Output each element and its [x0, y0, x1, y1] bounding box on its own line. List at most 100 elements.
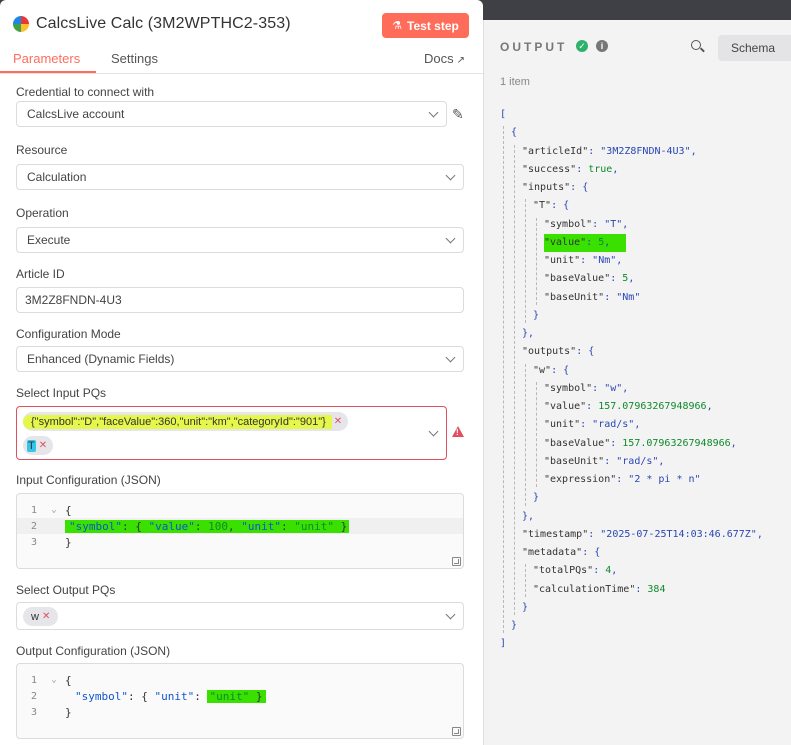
test-step-button[interactable]: ⚗ Test step: [382, 13, 469, 38]
json-line: "unit": "Nm",: [544, 255, 623, 266]
json-line: "baseUnit": "rad/s",: [544, 455, 665, 467]
line-number: 1: [30, 674, 37, 686]
node-title[interactable]: CalcsLive Calc (3M2WPTHC2-353): [36, 15, 291, 33]
code-text: {: [65, 673, 72, 687]
warning-icon: !: [452, 426, 464, 437]
fold-chevron-icon[interactable]: ⌄: [43, 675, 65, 685]
json-line: "unit": "rad/s",: [544, 419, 641, 431]
node-tabs: Parameters Settings Docs ↗: [0, 48, 483, 74]
input-pq-chip-label: T: [27, 439, 36, 452]
chevron-down-icon: [445, 352, 456, 363]
json-line: "metadata": {: [522, 547, 601, 558]
resize-handle-icon[interactable]: [452, 557, 461, 566]
resource-label: Resource: [16, 143, 68, 157]
resize-handle-icon[interactable]: [452, 727, 461, 736]
indent-guide: [525, 564, 526, 597]
article-id-label: Article ID: [16, 267, 65, 281]
input-pq-chip[interactable]: {"symbol":"D","faceValue":360,"unit":"km…: [23, 412, 349, 431]
output-config-editor[interactable]: 1 ⌄ { 2 "symbol": { "unit": "unit" } 3 }: [16, 663, 464, 739]
json-line: "outputs": {: [522, 346, 595, 358]
info-icon[interactable]: i: [596, 40, 608, 52]
code-line: 1 ⌄ {: [17, 672, 463, 688]
line-number: 1: [30, 504, 37, 516]
indent-guide: [536, 217, 537, 305]
code-line: 3 }: [17, 704, 463, 720]
resource-value: Calculation: [27, 170, 87, 184]
config-mode-label: Configuration Mode: [16, 327, 121, 341]
indent-guide: [525, 199, 526, 323]
credential-label: Credential to connect with: [16, 85, 155, 99]
tab-settings[interactable]: Settings: [111, 51, 158, 66]
resource-select[interactable]: Calculation: [16, 164, 464, 190]
remove-chip-icon[interactable]: ✕: [39, 440, 47, 451]
json-line: ]: [500, 638, 507, 650]
output-title: OUTPUT: [500, 40, 568, 54]
edit-pencil-icon[interactable]: ✎: [452, 106, 464, 123]
json-line: "baseUnit": "Nm": [544, 291, 641, 303]
test-step-label: Test step: [407, 18, 459, 33]
output-config-label: Output Configuration (JSON): [16, 644, 171, 658]
schema-view-button[interactable]: Schema: [718, 35, 791, 61]
json-line: "success": true,: [522, 163, 619, 175]
parameters-panel: CalcsLive Calc (3M2WPTHC2-353) ⚗ Test st…: [0, 0, 483, 745]
config-mode-value: Enhanced (Dynamic Fields): [27, 352, 175, 366]
json-line: "baseValue": 157.07963267948966,: [544, 437, 737, 449]
flask-icon: ⚗: [392, 20, 403, 32]
json-line: },: [522, 510, 535, 522]
chevron-down-icon: [445, 233, 456, 244]
output-pqs-multiselect[interactable]: w ✕: [16, 602, 464, 630]
code-line: 2 "symbol": { "unit": "unit" }: [17, 688, 463, 704]
input-config-label: Input Configuration (JSON): [16, 473, 161, 487]
input-pqs-label: Select Input PQs: [16, 386, 107, 400]
remove-chip-icon[interactable]: ✕: [334, 416, 342, 427]
credential-select[interactable]: CalcsLive account: [16, 101, 447, 127]
json-line: "T": {: [533, 200, 570, 212]
code-line: 2 "symbol": { "value": 100, "unit": "uni…: [17, 518, 463, 534]
operation-select[interactable]: Execute: [16, 227, 464, 253]
node-header: CalcsLive Calc (3M2WPTHC2-353) ⚗ Test st…: [0, 0, 483, 50]
code-text: }: [65, 535, 72, 549]
code-text: {: [65, 503, 72, 517]
json-line: "totalPQs": 4,: [533, 565, 618, 577]
config-mode-select[interactable]: Enhanced (Dynamic Fields): [16, 346, 464, 372]
indent-guide: [514, 144, 515, 615]
json-line: "timestamp": "2025-07-25T14:03:46.677Z",: [522, 528, 763, 540]
json-line: "value": 157.07963267948966,: [544, 401, 713, 412]
search-icon[interactable]: [691, 40, 701, 50]
line-number: 3: [30, 706, 37, 718]
output-pq-chip[interactable]: w ✕: [23, 607, 59, 626]
active-tab-underline: [0, 71, 96, 73]
credential-value: CalcsLive account: [27, 107, 125, 121]
chevron-down-icon: [445, 609, 456, 620]
operation-label: Operation: [16, 206, 69, 220]
article-id-value: 3M2Z8FNDN-4U3: [25, 293, 122, 307]
json-line: "articleId": "3M2Z8FNDN-4U3",: [522, 145, 697, 157]
json-line: "w": {: [533, 364, 570, 376]
calcslive-logo-icon: [13, 16, 29, 32]
json-line: [: [500, 109, 507, 120]
docs-link[interactable]: Docs ↗: [424, 51, 465, 66]
json-line: "symbol": "w",: [544, 382, 629, 394]
json-line: "calculationTime": 384: [533, 583, 666, 595]
fold-chevron-icon[interactable]: ⌄: [43, 505, 65, 515]
article-id-input[interactable]: 3M2Z8FNDN-4U3: [16, 287, 464, 313]
json-line: {: [511, 127, 518, 139]
tab-parameters[interactable]: Parameters: [13, 51, 80, 66]
indent-guide: [525, 363, 526, 506]
json-line: "inputs": {: [522, 182, 589, 193]
indent-guide: [503, 126, 504, 634]
json-line: }: [533, 309, 540, 321]
line-number: 2: [30, 520, 37, 532]
json-line: "baseValue": 5,: [544, 273, 635, 285]
input-config-editor[interactable]: 1 ⌄ { 2 "symbol": { "value": 100, "unit"…: [16, 493, 464, 569]
input-pq-chip-label: {"symbol":"D","faceValue":360,"unit":"km…: [23, 414, 332, 429]
json-line: "expression": "2 * pi * n": [544, 474, 701, 485]
code-text: "symbol": { "value": 100, "unit": "unit"…: [65, 519, 350, 533]
input-pqs-multiselect[interactable]: {"symbol":"D","faceValue":360,"unit":"km…: [16, 406, 447, 460]
success-check-icon: ✓: [576, 40, 588, 52]
indent-guide: [536, 381, 537, 488]
remove-chip-icon[interactable]: ✕: [42, 611, 50, 622]
operation-value: Execute: [27, 233, 71, 247]
input-pq-chip[interactable]: T ✕: [23, 436, 54, 455]
output-panel: OUTPUT ✓ i Schema 1 item [{"articleId": …: [483, 20, 791, 745]
